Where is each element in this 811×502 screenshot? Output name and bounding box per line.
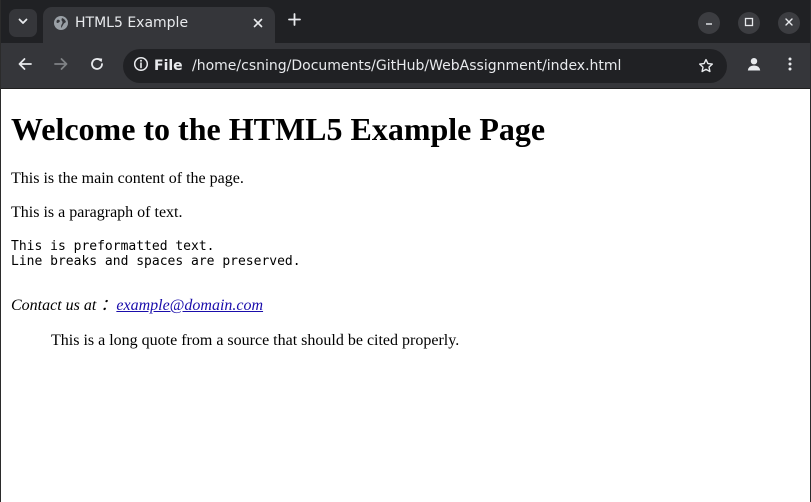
text-paragraph: This is a paragraph of text. [11, 204, 183, 221]
page-title: Welcome to the HTML5 Example Page [11, 111, 546, 147]
tab-active[interactable]: HTML5 Example [43, 7, 275, 43]
browser-menu-button[interactable] [776, 52, 804, 80]
url-text[interactable]: /home/csning/Documents/GitHub/WebAssignm… [192, 57, 621, 75]
maximize-button[interactable] [738, 12, 760, 34]
profile-button[interactable] [740, 52, 768, 80]
contact-email-link[interactable]: example@domain.com [116, 297, 263, 314]
title-bar: HTML5 Example [1, 0, 810, 43]
back-button[interactable] [11, 52, 39, 80]
contact-separator: ： [100, 297, 117, 314]
preformatted-text: This is preformatted text. Line breaks a… [11, 239, 301, 269]
arrow-left-icon [17, 56, 33, 77]
page-viewport[interactable]: Welcome to the HTML5 Example Page This i… [1, 90, 810, 502]
close-icon[interactable] [249, 14, 267, 32]
plus-icon [287, 13, 301, 31]
new-tab-button[interactable] [283, 11, 305, 33]
globe-icon [53, 15, 69, 31]
contact-line: Contact us at ：example@domain.com [11, 296, 800, 315]
reload-button[interactable] [83, 52, 111, 80]
info-icon [133, 56, 149, 77]
browser-window: HTML5 Example File /home/csning/Document… [0, 0, 811, 502]
kebab-menu-icon [782, 56, 798, 77]
forward-button[interactable] [47, 52, 75, 80]
tab-title: HTML5 Example [75, 15, 189, 31]
toolbar: File /home/csning/Documents/GitHub/WebAs… [1, 43, 810, 89]
minimize-icon [704, 14, 714, 32]
page-content: Welcome to the HTML5 Example Page This i… [1, 111, 810, 350]
chevron-down-icon [17, 14, 29, 32]
star-icon[interactable] [697, 57, 715, 75]
arrow-right-icon [53, 56, 69, 77]
site-info-button[interactable]: File [127, 52, 191, 80]
blockquote: This is a long quote from a source that … [51, 332, 460, 349]
site-info-label: File [154, 58, 183, 74]
minimize-button[interactable] [698, 12, 720, 34]
address-bar[interactable]: File /home/csning/Documents/GitHub/WebAs… [123, 49, 727, 83]
close-icon [784, 14, 794, 32]
tab-search-button[interactable] [9, 9, 37, 37]
profile-icon [746, 56, 762, 77]
main-paragraph: This is the main content of the page. [11, 170, 244, 187]
contact-label: Contact us at [11, 297, 97, 314]
maximize-icon [744, 14, 754, 32]
close-window-button[interactable] [778, 12, 800, 34]
reload-icon [89, 56, 105, 77]
